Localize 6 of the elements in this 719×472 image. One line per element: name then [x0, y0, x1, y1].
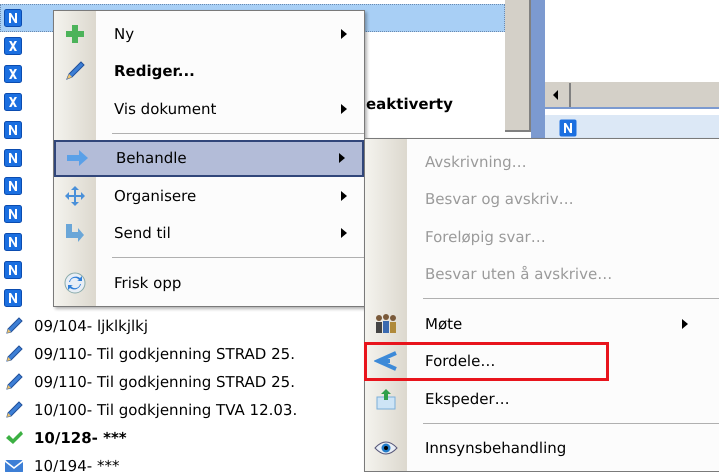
- row-text: 09/110- Til godkjenning STRAD 25.: [34, 373, 295, 391]
- row-text: 09/104- ljklkjlkj: [34, 317, 148, 335]
- row-text: 10/100- Til godkjenning TVA 12.03.: [34, 401, 298, 419]
- column-header-text: eaktiverty: [366, 95, 453, 113]
- row-text: 10/128- ***: [34, 429, 127, 447]
- row-text: 09/110- Til godkjenning STRAD 25.: [34, 345, 295, 363]
